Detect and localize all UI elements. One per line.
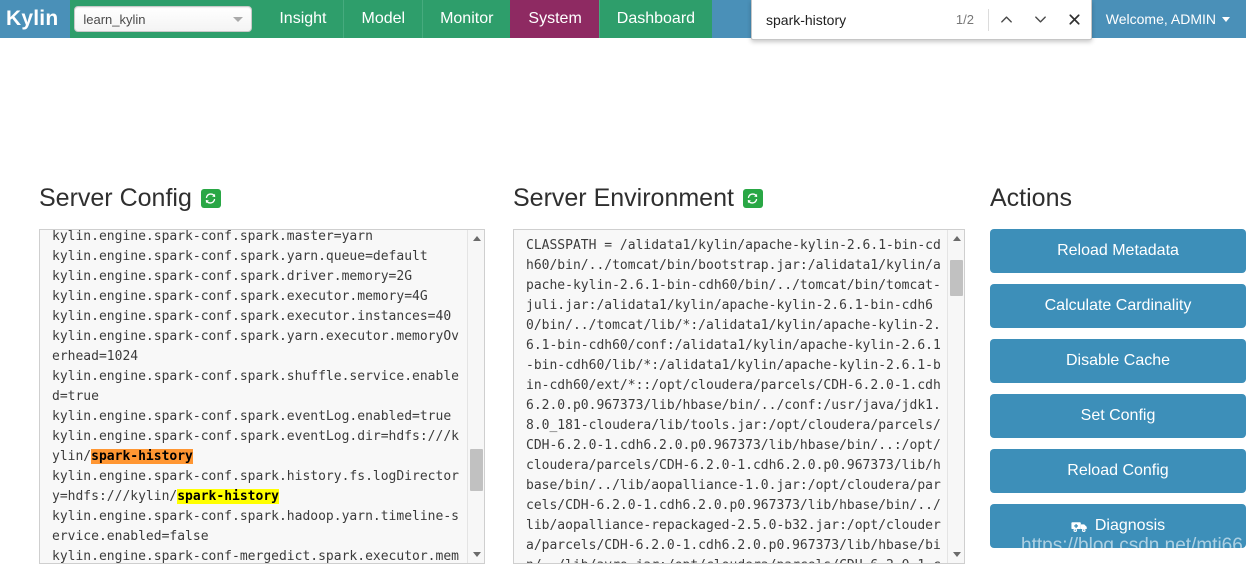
diagnosis-button-label: Diagnosis: [1094, 517, 1166, 534]
user-menu[interactable]: Welcome, ADMIN: [1089, 0, 1246, 38]
scroll-down-button[interactable]: [468, 546, 484, 563]
server-environment-title-text: Server Environment: [513, 184, 734, 212]
tab-system[interactable]: System: [510, 0, 599, 38]
refresh-icon: [206, 193, 216, 204]
tab-monitor[interactable]: Monitor: [422, 0, 511, 38]
server-environment-panel: Server Environment CLASSPATH = /alidata1…: [513, 184, 965, 564]
find-input[interactable]: [752, 11, 956, 28]
user-menu-label: Welcome, ADMIN: [1105, 11, 1216, 27]
scroll-up-button[interactable]: [948, 230, 964, 247]
triangle-down-icon: [952, 552, 961, 557]
calculate-cardinality-button[interactable]: Calculate Cardinality: [990, 284, 1246, 328]
server-environment-refresh-button[interactable]: [742, 189, 763, 208]
server-config-title-text: Server Config: [39, 184, 192, 212]
reload-config-button[interactable]: Reload Config: [990, 449, 1246, 493]
main-content: Server Config kylin.engine.spark-conf.sp…: [0, 38, 1246, 564]
scrollbar-thumb[interactable]: [470, 449, 483, 491]
find-close-button[interactable]: [1057, 1, 1091, 39]
project-selector[interactable]: learn_kylin: [74, 6, 253, 32]
actions-title: Actions: [990, 184, 1072, 212]
server-config-panel: Server Config kylin.engine.spark-conf.sp…: [39, 184, 485, 564]
diagnosis-button[interactable]: Diagnosis: [990, 504, 1246, 548]
server-environment-title: Server Environment: [513, 184, 965, 213]
server-config-box: kylin.engine.spark-conf.spark.master=yar…: [39, 229, 485, 564]
project-selector-wrap: learn_kylin: [70, 0, 263, 38]
server-config-scrollbar[interactable]: [467, 230, 484, 563]
server-environment-scrollbar[interactable]: [947, 230, 964, 563]
chevron-up-icon: [1000, 16, 1012, 23]
tab-insight[interactable]: Insight: [262, 0, 344, 38]
nav-tabs: Insight Model Monitor System Dashboard: [262, 0, 713, 38]
find-match-count: 1/2: [955, 12, 974, 27]
triangle-down-icon: [472, 552, 481, 557]
server-config-text: kylin.engine.spark-conf.spark.master=yar…: [52, 230, 459, 563]
set-config-button[interactable]: Set Config: [990, 394, 1246, 438]
server-environment-scroll-area: CLASSPATH = /alidata1/kylin/apache-kylin…: [514, 230, 947, 563]
scrollbar-thumb[interactable]: [950, 260, 963, 296]
find-next-button[interactable]: [1023, 1, 1057, 39]
disable-cache-button[interactable]: Disable Cache: [990, 339, 1246, 383]
find-match-highlight: spark-history: [177, 489, 279, 504]
refresh-icon: [748, 193, 758, 204]
server-config-refresh-button[interactable]: [200, 189, 221, 208]
close-icon: [1068, 14, 1080, 25]
server-environment-box: CLASSPATH = /alidata1/kylin/apache-kylin…: [513, 229, 965, 564]
chevron-down-icon: [1222, 16, 1230, 22]
find-in-page-bar: 1/2: [751, 0, 1092, 40]
find-match-highlight: spark-history: [91, 449, 193, 464]
server-environment-text: CLASSPATH = /alidata1/kylin/apache-kylin…: [526, 238, 941, 563]
scroll-down-button[interactable]: [948, 546, 964, 563]
reload-metadata-button[interactable]: Reload Metadata: [990, 229, 1246, 273]
server-config-title: Server Config: [39, 184, 485, 213]
project-selector-value: learn_kylin: [83, 11, 146, 27]
top-navbar: Kylin learn_kylin Insight Model Monitor …: [0, 0, 1246, 40]
chevron-down-icon: [1034, 16, 1046, 23]
triangle-up-icon: [952, 236, 961, 241]
app-brand: Kylin: [0, 0, 71, 38]
scroll-up-button[interactable]: [468, 230, 484, 247]
ambulance-icon: [1071, 521, 1087, 532]
chevron-down-icon: [233, 16, 244, 22]
tab-model[interactable]: Model: [343, 0, 423, 38]
server-config-scroll-area: kylin.engine.spark-conf.spark.master=yar…: [40, 230, 467, 563]
triangle-up-icon: [472, 236, 481, 241]
actions-panel: Actions Reload Metadata Calculate Cardin…: [990, 184, 1246, 559]
find-previous-button[interactable]: [989, 1, 1023, 39]
tab-dashboard[interactable]: Dashboard: [598, 0, 713, 38]
